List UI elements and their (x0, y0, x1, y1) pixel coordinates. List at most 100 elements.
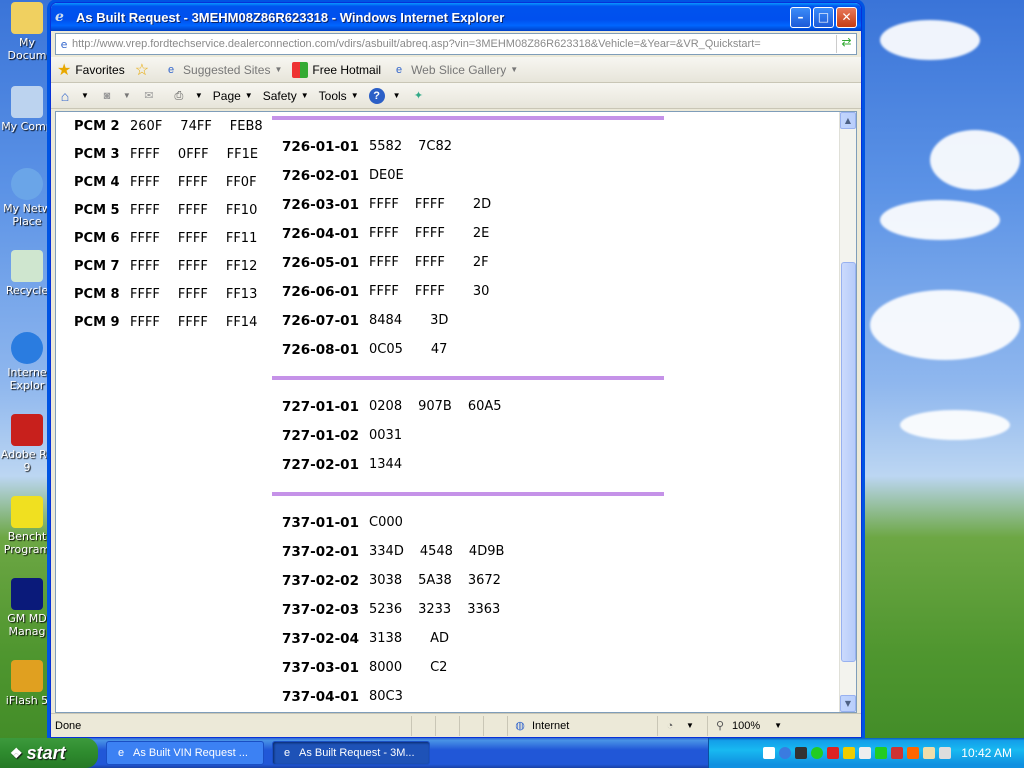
home-button[interactable]: ⌂ ▼ (57, 88, 89, 104)
code-value: 1344 (369, 457, 403, 472)
code-label: 737-04-01 (282, 688, 359, 705)
code-value: 80C3 (369, 689, 403, 704)
section-737: 737-01-01 C000 737-02-01 334D 4548 4D9B 737-02… (272, 492, 664, 711)
adobe-tray-icon[interactable] (827, 747, 840, 759)
code-label: 737-02-01 (282, 543, 359, 560)
ie-icon: e (117, 747, 125, 759)
code-row: 737-03-01 8000 C2 (272, 653, 664, 682)
code-value: 5582 (369, 139, 403, 154)
free-hotmail-button[interactable]: Free Hotmail (292, 61, 382, 78)
help-tray-icon[interactable] (763, 747, 776, 759)
status-bar: Done ◍ Internet ◔ ▼ ⚲ 100% ▼ (51, 713, 861, 737)
pcm-value: FF10 (225, 202, 258, 218)
pcm-value: FFFF (130, 230, 160, 246)
zoom-button[interactable]: ⚲ 100% ▼ (707, 715, 787, 736)
scroll-thumb[interactable] (841, 262, 856, 662)
status-pane (483, 715, 507, 736)
network-tray-icon[interactable] (891, 747, 904, 759)
folder-tray-icon[interactable] (923, 747, 936, 759)
read-mail-button[interactable]: ✉ (141, 88, 161, 104)
minimize-button[interactable]: – (790, 6, 811, 28)
help-menu[interactable]: ? ▼ (368, 87, 401, 104)
desktop-icon-internet-explorer[interactable]: Interne Explor (0, 332, 54, 392)
pcm-value: FFFF (130, 314, 160, 330)
pcm-value: FFFF (177, 202, 208, 218)
page-menu[interactable]: Page ▼ (213, 89, 253, 103)
taskbar-item[interactable]: e As Built VIN Request ... (106, 741, 264, 765)
pcm-value: 0FFF (177, 146, 209, 162)
chevron-down-icon: ▼ (244, 91, 253, 100)
help-icon: ? (368, 87, 385, 104)
page-icon: e (60, 37, 68, 51)
web-slice-gallery-button[interactable]: e Web Slice Gallery ▼ (391, 62, 518, 78)
scroll-up-button[interactable]: ▲ (840, 112, 856, 129)
shield-icon[interactable] (843, 747, 856, 759)
code-value: 4548 (419, 544, 453, 559)
device-tray-icon[interactable] (795, 747, 808, 759)
desktop-icon-network[interactable]: My Netw Place (0, 168, 54, 228)
code-value: FFFF (414, 197, 445, 212)
maximize-button[interactable]: □ (813, 6, 834, 28)
safety-menu[interactable]: Safety ▼ (263, 89, 309, 103)
desktop-icon-iflash[interactable]: iFlash 5 (0, 660, 54, 707)
tools-menu[interactable]: Tools ▼ (319, 89, 359, 103)
code-value: 2E (472, 226, 490, 241)
code-row: 737-01-01 C000 (272, 508, 664, 537)
desktop-icon-recycle-bin[interactable]: Recycle (0, 250, 54, 297)
code-value: 2F (472, 255, 489, 270)
address-input[interactable]: http://www.vrep.fordtechservice.dealerco… (72, 38, 836, 50)
suggested-sites-button[interactable]: e Suggested Sites ▼ (163, 62, 282, 78)
code-value: FFFF (414, 284, 445, 299)
security-tray-icon[interactable] (907, 747, 920, 759)
code-value: 8000 (369, 660, 403, 675)
scroll-down-button[interactable]: ▼ (840, 695, 856, 712)
desktop-icon-adobe-reader[interactable]: Adobe Re 9 (0, 414, 54, 474)
desktop-icon-my-computer[interactable]: My Comp (0, 86, 54, 133)
add-favorites-button[interactable]: ☆ (135, 60, 153, 80)
title-bar[interactable]: e As Built Request - 3MEHM08Z86R623318 -… (51, 3, 861, 31)
clock[interactable]: 10:42 AM (961, 746, 1012, 760)
protected-mode-icon: ◔ (666, 719, 674, 732)
desktop-icon-bench-programmer[interactable]: Bencht Program (0, 496, 54, 556)
status-tray-icon[interactable] (811, 747, 824, 759)
iflash-icon (11, 660, 43, 692)
pcm-table: PCM 2 260F 74FF FEB8 PCM 3 FFFF 0FFF FF1E PCM 4 F… (74, 112, 281, 336)
signal-icon[interactable] (875, 747, 888, 759)
pcm-value: FFFF (177, 258, 208, 274)
close-button[interactable]: ✕ (836, 6, 857, 28)
pcm-value: FF1E (226, 146, 259, 162)
research-button[interactable]: ✦ (411, 88, 431, 104)
pcm-label: PCM 4 (74, 174, 120, 190)
vertical-scrollbar[interactable]: ▲ ▼ (839, 112, 856, 712)
safety-menu-label: Safety (262, 88, 297, 103)
feeds-button[interactable]: ◙ ▼ (99, 88, 131, 104)
code-value: 30 (472, 284, 490, 299)
code-value: C2 (430, 660, 448, 675)
code-value: 907B (418, 399, 452, 414)
pcm-value: 74FF (180, 118, 212, 134)
pcm-label: PCM 7 (74, 258, 120, 274)
start-button[interactable]: ❖ start (0, 738, 98, 768)
security-zone[interactable]: ◍ Internet (507, 715, 657, 736)
code-value: C000 (369, 515, 403, 530)
favorites-button[interactable]: ★ Favorites (57, 60, 125, 80)
code-value: 0031 (369, 428, 403, 443)
network-icon (11, 168, 43, 200)
pcm-label: PCM 9 (74, 314, 120, 330)
desktop-icon-gm-mdi[interactable]: GM MD Manag (0, 578, 54, 638)
taskbar-item-label: As Built VIN Request ... (133, 747, 248, 759)
compatibility-view-icon[interactable]: ⇄ (836, 35, 856, 53)
print-button[interactable]: ⎙ ▼ (171, 88, 202, 104)
taskbar-item-active[interactable]: e As Built Request - 3M... (272, 741, 430, 765)
protected-mode-button[interactable]: ◔ ▼ (657, 715, 707, 736)
mdi-icon (11, 578, 43, 610)
lightning-icon (11, 496, 43, 528)
volume-icon[interactable] (859, 747, 872, 759)
chevron-down-icon: ▼ (774, 721, 783, 730)
desktop-icon-my-documents[interactable]: My Docum (0, 2, 54, 62)
address-bar[interactable]: e http://www.vrep.fordtechservice.dealer… (55, 33, 857, 55)
display-tray-icon[interactable] (939, 747, 952, 759)
status-text: Done (55, 719, 82, 732)
arrow-tray-icon[interactable] (779, 747, 792, 759)
free-hotmail-label: Free Hotmail (312, 62, 382, 77)
